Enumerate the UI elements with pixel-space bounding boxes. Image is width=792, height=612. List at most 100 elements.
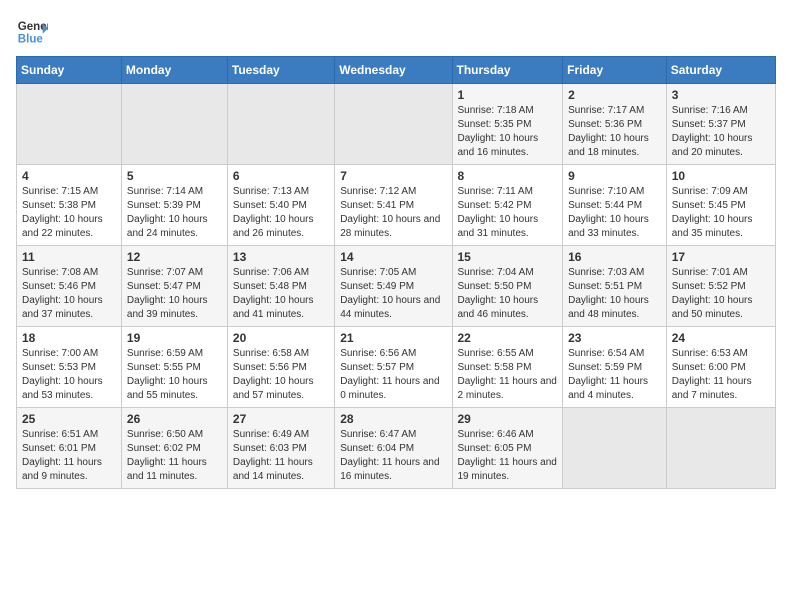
logo: General Blue	[16, 16, 48, 48]
day-info: Sunrise: 7:00 AMSunset: 5:53 PMDaylight:…	[22, 347, 116, 403]
day-number: 1	[458, 88, 558, 102]
header-thursday: Thursday	[452, 57, 563, 84]
day-number: 3	[672, 88, 770, 102]
calendar-cell: 25 Sunrise: 6:51 AMSunset: 6:01 PMDayligh…	[17, 408, 122, 489]
day-number: 7	[340, 169, 446, 183]
calendar-cell: 20 Sunrise: 6:58 AMSunset: 5:56 PMDayligh…	[227, 327, 334, 408]
calendar-cell	[121, 84, 227, 165]
day-info: Sunrise: 7:01 AMSunset: 5:52 PMDaylight:…	[672, 266, 770, 322]
calendar-week-row: 4Sunrise: 7:15 AMSunset: 5:38 PMDaylight…	[17, 165, 776, 246]
day-number: 14	[340, 250, 446, 264]
calendar-week-row: 25 Sunrise: 6:51 AMSunset: 6:01 PMDayligh…	[17, 408, 776, 489]
day-info: Sunrise: 6:56 AMSunset: 5:57 PMDaylight:…	[340, 347, 446, 403]
day-number: 19	[127, 331, 222, 345]
svg-text:Blue: Blue	[18, 34, 44, 46]
calendar-cell: 15Sunrise: 7:04 AMSunset: 5:50 PMDayligh…	[452, 246, 563, 327]
day-info: Sunrise: 7:16 AMSunset: 5:37 PMDaylight:…	[672, 104, 770, 160]
calendar-cell: 29Sunrise: 6:46 AMSunset: 6:05 PMDayligh…	[452, 408, 563, 489]
calendar-table: SundayMondayTuesdayWednesdayThursdayFrid…	[16, 56, 776, 489]
day-number: 28	[340, 412, 446, 426]
day-number: 26	[127, 412, 222, 426]
day-info: Sunrise: 7:11 AMSunset: 5:42 PMDaylight:…	[458, 185, 558, 241]
calendar-cell	[227, 84, 334, 165]
day-info: Sunrise: 7:15 AMSunset: 5:38 PMDaylight:…	[22, 185, 116, 241]
calendar-cell	[666, 408, 775, 489]
calendar-cell: 2 Sunrise: 7:17 AMSunset: 5:36 PMDaylight…	[563, 84, 667, 165]
day-info: Sunrise: 6:49 AMSunset: 6:03 PMDaylight:…	[233, 428, 329, 484]
calendar-cell	[17, 84, 122, 165]
calendar-cell: 23 Sunrise: 6:54 AMSunset: 5:59 PMDayligh…	[563, 327, 667, 408]
day-info: Sunrise: 7:18 AMSunset: 5:35 PMDaylight:…	[458, 104, 558, 160]
day-number: 23	[568, 331, 661, 345]
day-info: Sunrise: 7:17 AMSunset: 5:36 PMDaylight:…	[568, 104, 661, 160]
calendar-cell: 26 Sunrise: 6:50 AMSunset: 6:02 PMDayligh…	[121, 408, 227, 489]
calendar-cell: 9Sunrise: 7:10 AMSunset: 5:44 PMDaylight…	[563, 165, 667, 246]
day-number: 21	[340, 331, 446, 345]
day-info: Sunrise: 6:51 AMSunset: 6:01 PMDaylight:…	[22, 428, 116, 484]
calendar-cell: 22 Sunrise: 6:55 AMSunset: 5:58 PMDayligh…	[452, 327, 563, 408]
calendar-cell: 21 Sunrise: 6:56 AMSunset: 5:57 PMDayligh…	[335, 327, 452, 408]
calendar-cell: 24 Sunrise: 6:53 AMSunset: 6:00 PMDayligh…	[666, 327, 775, 408]
header-monday: Monday	[121, 57, 227, 84]
day-number: 10	[672, 169, 770, 183]
day-number: 11	[22, 250, 116, 264]
day-info: Sunrise: 6:55 AMSunset: 5:58 PMDaylight:…	[458, 347, 558, 403]
header-sunday: Sunday	[17, 57, 122, 84]
day-number: 16	[568, 250, 661, 264]
header-friday: Friday	[563, 57, 667, 84]
day-number: 6	[233, 169, 329, 183]
day-number: 17	[672, 250, 770, 264]
logo-icon: General Blue	[16, 16, 48, 48]
day-number: 2	[568, 88, 661, 102]
calendar-cell	[335, 84, 452, 165]
day-info: Sunrise: 6:50 AMSunset: 6:02 PMDaylight:…	[127, 428, 222, 484]
day-info: Sunrise: 6:47 AMSunset: 6:04 PMDaylight:…	[340, 428, 446, 484]
day-number: 12	[127, 250, 222, 264]
day-info: Sunrise: 7:06 AMSunset: 5:48 PMDaylight:…	[233, 266, 329, 322]
day-number: 24	[672, 331, 770, 345]
header-tuesday: Tuesday	[227, 57, 334, 84]
calendar-cell: 17 Sunrise: 7:01 AMSunset: 5:52 PMDayligh…	[666, 246, 775, 327]
calendar-header-row: SundayMondayTuesdayWednesdayThursdayFrid…	[17, 57, 776, 84]
day-number: 8	[458, 169, 558, 183]
page-header: General Blue	[16, 16, 776, 48]
calendar-cell: 18 Sunrise: 7:00 AMSunset: 5:53 PMDayligh…	[17, 327, 122, 408]
day-info: Sunrise: 7:14 AMSunset: 5:39 PMDaylight:…	[127, 185, 222, 241]
day-info: Sunrise: 7:08 AMSunset: 5:46 PMDaylight:…	[22, 266, 116, 322]
day-number: 13	[233, 250, 329, 264]
day-info: Sunrise: 6:54 AMSunset: 5:59 PMDaylight:…	[568, 347, 661, 403]
day-number: 5	[127, 169, 222, 183]
calendar-cell: 1 Sunrise: 7:18 AMSunset: 5:35 PMDaylight…	[452, 84, 563, 165]
header-saturday: Saturday	[666, 57, 775, 84]
day-number: 25	[22, 412, 116, 426]
calendar-cell: 19 Sunrise: 6:59 AMSunset: 5:55 PMDayligh…	[121, 327, 227, 408]
calendar-cell: 28 Sunrise: 6:47 AMSunset: 6:04 PMDayligh…	[335, 408, 452, 489]
calendar-cell: 3 Sunrise: 7:16 AMSunset: 5:37 PMDaylight…	[666, 84, 775, 165]
day-info: Sunrise: 6:53 AMSunset: 6:00 PMDaylight:…	[672, 347, 770, 403]
day-info: Sunrise: 6:59 AMSunset: 5:55 PMDaylight:…	[127, 347, 222, 403]
calendar-cell: 5 Sunrise: 7:14 AMSunset: 5:39 PMDaylight…	[121, 165, 227, 246]
day-info: Sunrise: 7:03 AMSunset: 5:51 PMDaylight:…	[568, 266, 661, 322]
calendar-week-row: 18 Sunrise: 7:00 AMSunset: 5:53 PMDayligh…	[17, 327, 776, 408]
calendar-cell: 6 Sunrise: 7:13 AMSunset: 5:40 PMDaylight…	[227, 165, 334, 246]
calendar-cell: 7Sunrise: 7:12 AMSunset: 5:41 PMDaylight…	[335, 165, 452, 246]
calendar-cell: 16 Sunrise: 7:03 AMSunset: 5:51 PMDayligh…	[563, 246, 667, 327]
header-wednesday: Wednesday	[335, 57, 452, 84]
day-info: Sunrise: 7:13 AMSunset: 5:40 PMDaylight:…	[233, 185, 329, 241]
calendar-cell: 27Sunrise: 6:49 AMSunset: 6:03 PMDayligh…	[227, 408, 334, 489]
day-info: Sunrise: 7:04 AMSunset: 5:50 PMDaylight:…	[458, 266, 558, 322]
calendar-cell: 4Sunrise: 7:15 AMSunset: 5:38 PMDaylight…	[17, 165, 122, 246]
day-info: Sunrise: 7:09 AMSunset: 5:45 PMDaylight:…	[672, 185, 770, 241]
day-number: 18	[22, 331, 116, 345]
day-info: Sunrise: 7:07 AMSunset: 5:47 PMDaylight:…	[127, 266, 222, 322]
calendar-cell: 11 Sunrise: 7:08 AMSunset: 5:46 PMDayligh…	[17, 246, 122, 327]
day-number: 9	[568, 169, 661, 183]
day-info: Sunrise: 6:58 AMSunset: 5:56 PMDaylight:…	[233, 347, 329, 403]
calendar-week-row: 1 Sunrise: 7:18 AMSunset: 5:35 PMDaylight…	[17, 84, 776, 165]
day-number: 29	[458, 412, 558, 426]
day-number: 20	[233, 331, 329, 345]
day-number: 22	[458, 331, 558, 345]
calendar-cell: 13 Sunrise: 7:06 AMSunset: 5:48 PMDayligh…	[227, 246, 334, 327]
calendar-cell: 12 Sunrise: 7:07 AMSunset: 5:47 PMDayligh…	[121, 246, 227, 327]
calendar-cell: 10 Sunrise: 7:09 AMSunset: 5:45 PMDayligh…	[666, 165, 775, 246]
